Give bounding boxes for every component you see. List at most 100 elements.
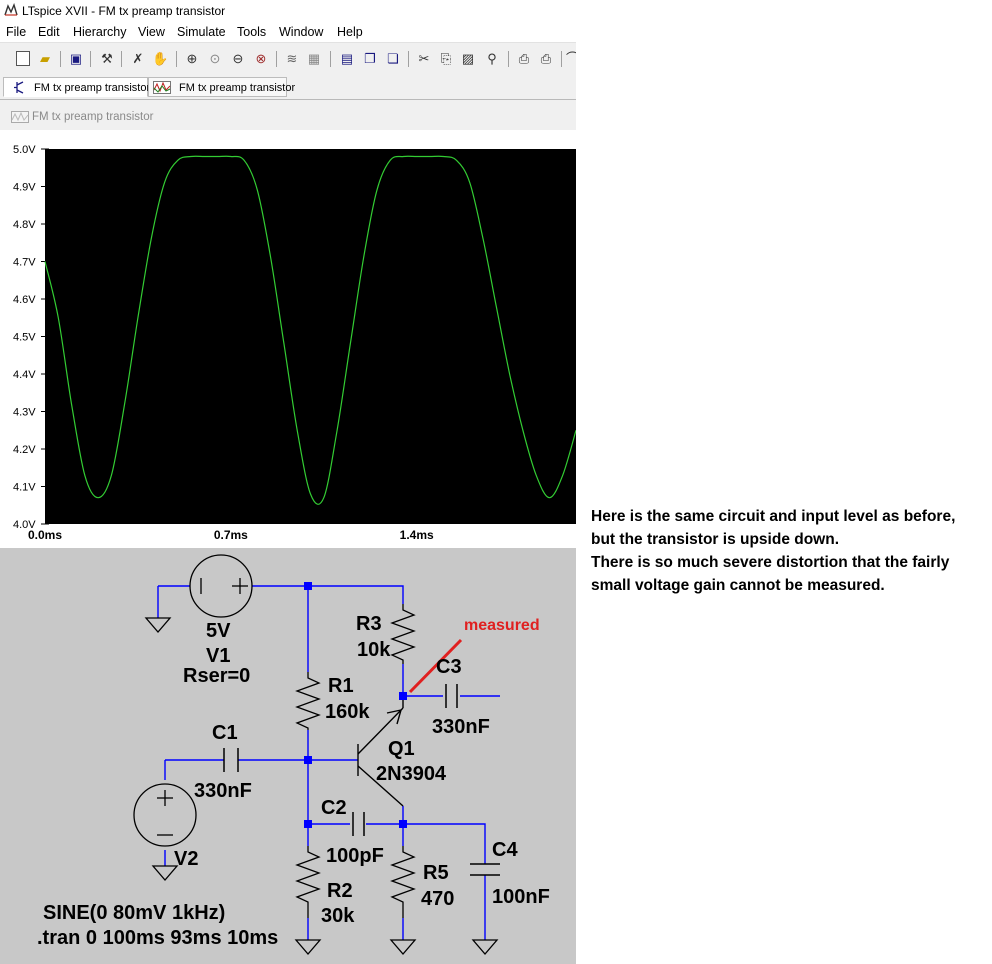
autorange-icon[interactable]: ≋ xyxy=(284,51,300,67)
v2-name-label: V2 xyxy=(174,848,198,870)
menu-edit[interactable]: Edit xyxy=(38,25,60,39)
menu-tools[interactable]: Tools xyxy=(237,25,266,39)
grid-icon[interactable]: ▦ xyxy=(306,51,322,67)
toolbar-separator xyxy=(330,51,331,67)
y-tick-label: 4.7V xyxy=(13,257,36,269)
c1-value-label: 330nF xyxy=(194,780,252,802)
wire xyxy=(366,823,486,864)
tab-waveform-label: FM tx preamp transistor xyxy=(179,82,296,94)
print-icon[interactable]: ⎙ xyxy=(538,51,554,67)
q1-name-label: Q1 xyxy=(388,738,415,760)
junction-dot xyxy=(304,582,312,590)
y-tick-label: 4.1V xyxy=(13,482,36,494)
print-setup-icon[interactable]: ⎙ xyxy=(516,51,532,67)
resistor-r1-icon[interactable] xyxy=(295,672,321,730)
note-line: Here is the same circuit and input level… xyxy=(591,508,956,525)
schematic-tab-icon xyxy=(14,81,24,94)
toolbar-separator xyxy=(408,51,409,67)
x-tick-label: 0.7ms xyxy=(214,528,248,542)
r5-value-label: 470 xyxy=(421,888,454,910)
zoom-in-icon[interactable]: ⊕ xyxy=(184,51,200,67)
toolbar-separator xyxy=(276,51,277,67)
ground-icon xyxy=(389,939,417,955)
control-panel-icon[interactable]: ⚒ xyxy=(99,51,115,67)
menu-view[interactable]: View xyxy=(138,25,165,39)
c4-name-label: C4 xyxy=(492,839,518,861)
v2-source[interactable] xyxy=(133,783,197,847)
resistor-tool-icon[interactable]: ⌒ xyxy=(566,51,576,67)
menu-bar: File Edit Hierarchy View Simulate Tools … xyxy=(0,22,576,42)
menu-file[interactable]: File xyxy=(6,25,26,39)
tab-waveform[interactable]: FM tx preamp transistor xyxy=(148,77,295,97)
cascade-icon[interactable]: ❐ xyxy=(362,51,378,67)
window-title: LTspice XVII - FM tx preamp transistor xyxy=(22,4,226,18)
explanation-note: Here is the same circuit and input level… xyxy=(591,505,991,597)
y-tick-label: 4.3V xyxy=(13,407,36,419)
open-folder-icon[interactable]: ▰ xyxy=(37,51,53,67)
toolbar-separator xyxy=(561,51,562,67)
y-tick-label: 4.2V xyxy=(13,444,36,456)
toolbar-separator xyxy=(60,51,61,67)
resistor-r2-icon[interactable] xyxy=(295,846,321,918)
pan-icon[interactable]: ⊙ xyxy=(207,51,223,67)
x-axis: 0.0ms 0.7ms 1.4ms xyxy=(28,528,434,542)
new-schematic-icon[interactable] xyxy=(16,51,30,66)
halt-icon[interactable]: ✋ xyxy=(152,51,168,67)
waveform-tab-icon xyxy=(153,81,171,94)
menu-window[interactable]: Window xyxy=(279,25,323,39)
y-tick-label: 4.4V xyxy=(13,369,36,381)
junction-dot xyxy=(304,756,312,764)
r2-value-label: 30k xyxy=(321,905,355,927)
y-axis: 5.0V 4.9V 4.8V 4.7V 4.6V 4.5V 4.4V 4.3V 4.2V 4.1V… xyxy=(13,144,49,531)
tab-schematic-label: FM tx preamp transistor xyxy=(34,82,151,94)
capacitor-c1-icon[interactable] xyxy=(223,748,239,772)
junction-dot xyxy=(304,820,312,828)
cut-icon[interactable]: ✂ xyxy=(416,51,432,67)
paste-icon[interactable]: ▨ xyxy=(460,51,476,67)
waveform-plot[interactable]: 5.0V 4.9V 4.8V 4.7V 4.6V 4.5V 4.4V 4.3V 4.2V 4.1V… xyxy=(0,130,576,548)
plot-area[interactable] xyxy=(45,149,576,524)
toolbar-separator xyxy=(508,51,509,67)
tile-vertical-icon[interactable]: ❏ xyxy=(385,51,401,67)
find-icon[interactable]: ⚲ xyxy=(484,51,500,67)
ground-icon xyxy=(294,939,322,955)
waveform-pane-icon xyxy=(11,111,29,123)
menu-help[interactable]: Help xyxy=(337,25,363,39)
schematic-canvas[interactable]: 5V V1 Rser=0 R3 10k measured C3 330nF R1… xyxy=(0,548,576,964)
note-line: small voltage gain cannot be measured. xyxy=(591,577,885,594)
toolbar-separator xyxy=(121,51,122,67)
zoom-out-icon[interactable]: ⊖ xyxy=(230,51,246,67)
y-tick-label: 4.6V xyxy=(13,294,36,306)
tab-schematic[interactable]: FM tx preamp transistor xyxy=(3,77,151,97)
r2-name-label: R2 xyxy=(327,880,353,902)
resistor-r3-icon[interactable] xyxy=(390,604,416,664)
save-icon[interactable]: ▣ xyxy=(68,51,84,67)
menu-simulate[interactable]: Simulate xyxy=(177,25,226,39)
toolbar: ▰ ▣ ⚒ ✗ ✋ ⊕ ⊙ ⊖ ⊗ ≋ ▦ ▤ ❐ ❏ ✂ ⎘ ▨ ⚲ ⎙ ⎙ … xyxy=(0,42,576,76)
capacitor-c3-icon[interactable] xyxy=(445,684,458,708)
measured-annotation: measured xyxy=(464,617,540,634)
r1-value-label: 160k xyxy=(325,701,370,723)
document-tabs: FM tx preamp transistor FM tx preamp tra… xyxy=(0,75,576,100)
capacitor-c4-icon[interactable] xyxy=(470,863,500,876)
v1-source[interactable] xyxy=(189,554,253,618)
capacitor-c2-icon[interactable] xyxy=(352,812,365,836)
waveform-pane-header: FM tx preamp transistor xyxy=(0,106,576,130)
v2-source-spec: SINE(0 80mV 1kHz) xyxy=(43,902,225,924)
copy-icon[interactable]: ⎘ xyxy=(438,51,454,67)
menu-hierarchy[interactable]: Hierarchy xyxy=(73,25,127,39)
y-tick-label: 4.8V xyxy=(13,219,36,231)
r3-value-label: 10k xyxy=(357,639,391,661)
run-icon[interactable]: ✗ xyxy=(130,51,146,67)
y-tick-label: 4.9V xyxy=(13,182,36,194)
tile-horizontal-icon[interactable]: ▤ xyxy=(339,51,355,67)
resistor-r5-icon[interactable] xyxy=(390,846,416,918)
y-tick-label: 5.0V xyxy=(13,144,36,156)
ltspice-window: LTspice XVII - FM tx preamp transistor F… xyxy=(0,0,576,964)
zoom-fit-icon[interactable]: ⊗ xyxy=(253,51,269,67)
v1-voltage-label: 5V xyxy=(206,620,231,642)
r1-name-label: R1 xyxy=(328,675,354,697)
c2-name-label: C2 xyxy=(321,797,347,819)
schematic-view[interactable]: 5V V1 Rser=0 R3 10k measured C3 330nF R1… xyxy=(0,548,576,964)
note-line: There is so much severe distortion that … xyxy=(591,554,950,571)
